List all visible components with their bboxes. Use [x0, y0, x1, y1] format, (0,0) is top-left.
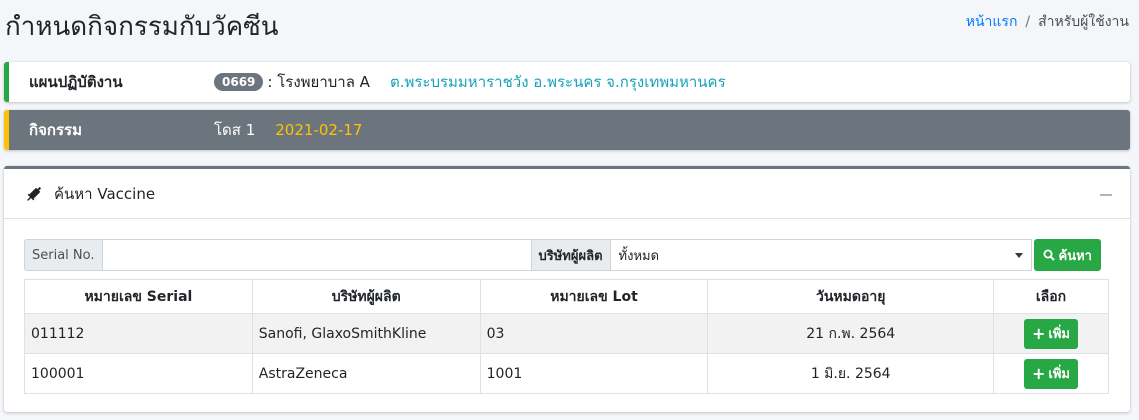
- cell-expiry: 21 ก.พ. 2564: [707, 313, 995, 354]
- plus-icon: +: [1032, 363, 1046, 383]
- add-button-label: เพิ่ม: [1048, 367, 1071, 382]
- table-row: 011112 Sanofi, GlaxoSmithKline 03 21 ก.พ…: [24, 313, 1109, 354]
- breadcrumb-home-link[interactable]: หน้าแรก: [966, 11, 1018, 33]
- column-header-serial: หมายเลข Serial: [24, 279, 253, 314]
- cell-action: + เพิ่ม: [993, 353, 1109, 394]
- column-header-lot: หมายเลข Lot: [479, 279, 709, 314]
- cell-lot: 03: [479, 313, 709, 354]
- breadcrumb-separator: /: [1025, 14, 1031, 30]
- plan-code-badge: 0669: [214, 73, 264, 91]
- hospital-name: : โรงพยาบาล A: [267, 73, 370, 91]
- activity-dose: โดส 1: [214, 121, 256, 139]
- activity-label: กิจกรรม: [29, 121, 82, 139]
- breadcrumb-current: สำหรับผู้ใช้งาน: [1038, 14, 1129, 30]
- hospital-location: ต.พระบรมมหาราชวัง อ.พระนคร จ.กรุงเทพมหาน…: [389, 73, 726, 91]
- column-header-company: บริษัทผู้ผลิต: [251, 279, 481, 314]
- cell-company: Sanofi, GlaxoSmithKline: [251, 313, 481, 354]
- add-button[interactable]: + เพิ่ม: [1024, 318, 1079, 349]
- card-header: ค้นหา Vaccine: [4, 169, 1130, 219]
- serial-input[interactable]: [102, 239, 532, 271]
- plan-label: แผนปฏิบัติงาน: [29, 73, 123, 91]
- syringe-icon: [27, 186, 42, 201]
- breadcrumb: หน้าแรก / สำหรับผู้ใช้งาน: [966, 11, 1129, 33]
- card-title: ค้นหา Vaccine: [54, 184, 156, 203]
- add-button[interactable]: + เพิ่ม: [1024, 358, 1079, 389]
- column-header-expiry: วันหมดอายุ: [707, 279, 995, 314]
- company-label: บริษัทผู้ผลิต: [531, 239, 611, 271]
- plan-content: 0669 : โรงพยาบาล A ต.พระบรมมหาราชวัง อ.พ…: [214, 70, 726, 94]
- company-selected-value: ทั้งหมด: [618, 248, 660, 264]
- search-button-label: ค้นหา: [1058, 248, 1092, 264]
- serial-label: Serial No.: [24, 239, 103, 271]
- activity-date: 2021-02-17: [275, 121, 363, 139]
- search-row: Serial No. บริษัทผู้ผลิต ทั้งหมด ค้นหา: [24, 239, 1110, 271]
- company-select[interactable]: ทั้งหมด: [610, 239, 1032, 271]
- cell-company: AstraZeneca: [251, 353, 481, 394]
- chevron-down-icon: [1014, 253, 1023, 258]
- page-title: กำหนดกิจกรรมกับวัคซีน: [5, 12, 279, 42]
- activity-info-bar: กิจกรรม โดส 1 2021-02-17: [4, 110, 1130, 150]
- add-button-label: เพิ่ม: [1048, 327, 1071, 342]
- cell-serial: 011112: [24, 313, 253, 354]
- column-header-select: เลือก: [993, 279, 1109, 314]
- vaccine-search-card: ค้นหา Vaccine Serial No. บริษัทผู้ผลิต ท…: [4, 166, 1130, 412]
- search-button[interactable]: ค้นหา: [1033, 239, 1101, 271]
- cell-expiry: 1 มิ.ย. 2564: [707, 353, 995, 394]
- cell-action: + เพิ่ม: [993, 313, 1109, 354]
- cell-lot: 1001: [479, 353, 709, 394]
- plan-info-bar: แผนปฏิบัติงาน 0669 : โรงพยาบาล A ต.พระบร…: [4, 62, 1130, 102]
- search-icon: [1043, 249, 1055, 261]
- plus-icon: +: [1032, 323, 1046, 343]
- vaccine-table: หมายเลข Serial บริษัทผู้ผลิต หมายเลข Lot…: [24, 279, 1109, 394]
- cell-serial: 100001: [24, 353, 253, 394]
- collapse-button[interactable]: [1100, 189, 1112, 199]
- table-header-row: หมายเลข Serial บริษัทผู้ผลิต หมายเลข Lot…: [24, 279, 1109, 314]
- table-row: 100001 AstraZeneca 1001 1 มิ.ย. 2564 + เ…: [24, 353, 1109, 394]
- activity-content: โดส 1 2021-02-17: [214, 118, 362, 142]
